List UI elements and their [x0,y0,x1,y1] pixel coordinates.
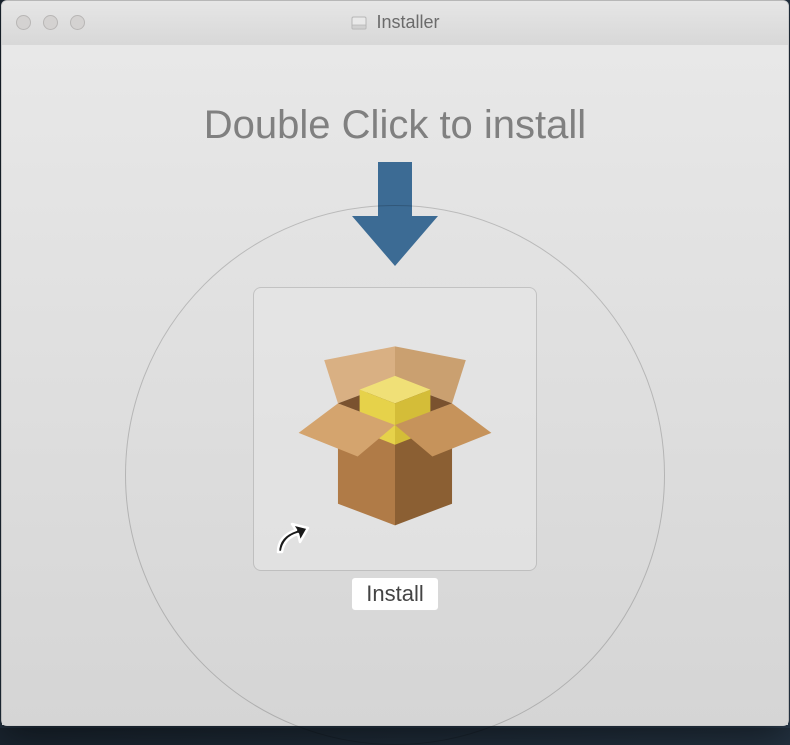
package-box-icon [277,309,513,550]
title-center: Installer [350,12,439,33]
content-area: Double Click to install [2,45,788,725]
minimize-button[interactable] [43,15,58,30]
installer-window: Installer Double Click to install [1,0,789,726]
install-shortcut[interactable]: Install [253,287,537,611]
instruction-text: Double Click to install [204,103,586,148]
titlebar: Installer [2,1,788,45]
traffic-lights [2,15,85,30]
close-button[interactable] [16,15,31,30]
disk-icon [350,14,368,32]
install-label: Install [351,577,438,611]
shortcut-arrow-icon [270,518,312,560]
zoom-button[interactable] [70,15,85,30]
window-title: Installer [376,12,439,33]
icon-well [253,287,537,571]
